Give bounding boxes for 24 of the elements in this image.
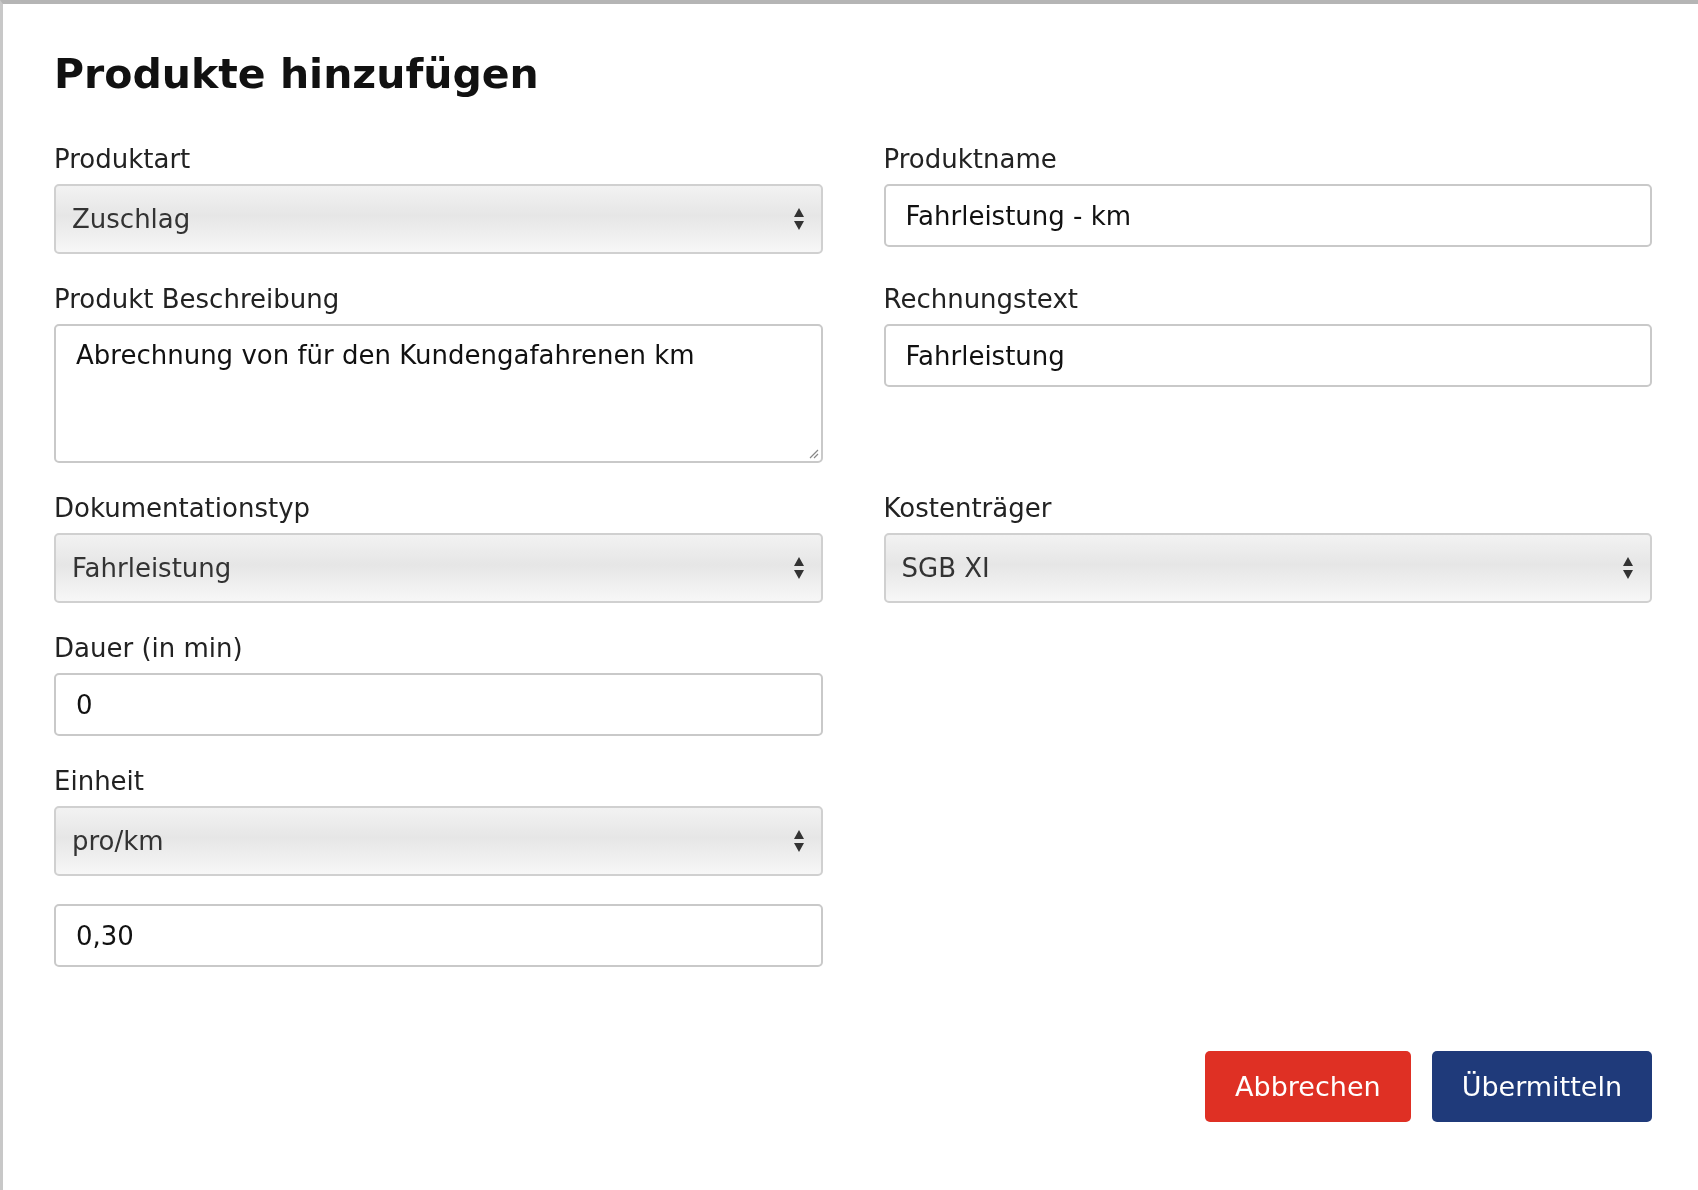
field-label: Einheit [54, 765, 146, 798]
field-label: Produktname [883, 143, 1058, 176]
field-label: Kostenträger [883, 492, 1053, 525]
sort-arrows-icon [792, 207, 805, 231]
field-label: Produkt Beschreibung [54, 283, 341, 316]
field-label: Dokumentationstyp [54, 492, 312, 525]
sort-arrows-icon [792, 829, 805, 853]
field-label: Dauer (in min) [54, 632, 244, 665]
dropdown-field[interactable]: Zuschlag [54, 184, 823, 254]
field-label: Rechnungstext [883, 283, 1079, 316]
input-field[interactable]: 0 [54, 673, 823, 736]
dropdown-field[interactable]: pro/km [54, 806, 823, 876]
text-area[interactable]: Abrechnung von für den Kundengafahrenen km [54, 324, 823, 463]
dropdown-field[interactable]: Fahrleistung [54, 533, 823, 603]
dropdown-field[interactable]: SGB XI [883, 533, 1652, 603]
sort-arrows-icon [1622, 556, 1634, 580]
input-field[interactable]: Fahrleistung - km [883, 184, 1652, 247]
input-field[interactable]: 0,30 [54, 904, 823, 967]
input-field[interactable]: Fahrleistung [883, 324, 1652, 387]
field-label: Produktart [54, 143, 192, 176]
cancel-button[interactable]: Abbrechen [1205, 1051, 1411, 1122]
dialog-title: Produkte hinzufügen [54, 49, 540, 100]
submit-button[interactable]: Übermitteln [1431, 1051, 1652, 1122]
sort-arrows-icon [792, 556, 805, 580]
